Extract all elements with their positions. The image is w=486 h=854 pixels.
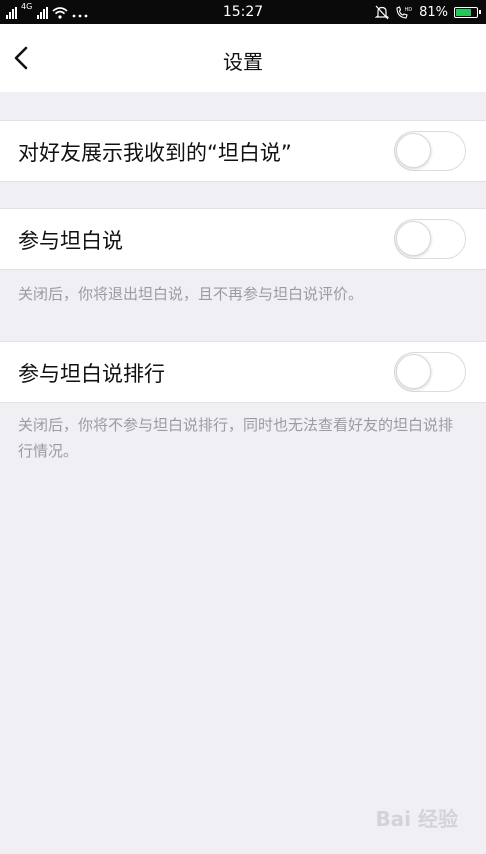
toggle-knob xyxy=(396,221,431,256)
ranking-note: 关闭后，你将不参与坦白说排行，同时也无法查看好友的坦白说排行情况。 xyxy=(18,416,454,460)
page-title: 设置 xyxy=(223,50,263,74)
nav-header: 设置 xyxy=(0,24,486,92)
battery-fill xyxy=(456,8,471,16)
hd-call-icon: HD xyxy=(396,5,413,19)
setting-label-ranking: 参与坦白说排行 xyxy=(18,362,165,386)
setting-label-show-received: 对好友展示我收到的“坦白说” xyxy=(18,141,292,165)
show-received-toggle[interactable] xyxy=(394,131,466,171)
participate-note: 关闭后，你将退出坦白说，且不再参与坦白说评价。 xyxy=(18,285,364,303)
setting-label-participate: 参与坦白说 xyxy=(18,229,123,253)
battery-icon xyxy=(454,6,481,18)
participate-toggle[interactable] xyxy=(394,219,466,259)
setting-row-ranking: 参与坦白说排行 xyxy=(0,341,486,403)
toggle-knob xyxy=(396,354,431,389)
watermark: Bai 经验 xyxy=(375,807,458,831)
toggle-knob xyxy=(396,133,431,168)
svg-text:HD: HD xyxy=(405,7,413,13)
setting-row-participate: 参与坦白说 xyxy=(0,208,486,270)
setting-row-show-received: 对好友展示我收到的“坦白说” xyxy=(0,120,486,182)
status-bar: 4G 15:27 HD 81% xyxy=(0,0,486,24)
ranking-toggle[interactable] xyxy=(394,352,466,392)
silent-bell-icon xyxy=(375,5,390,19)
status-right: HD 81% xyxy=(375,3,481,21)
battery-percent: 81% xyxy=(419,4,448,20)
